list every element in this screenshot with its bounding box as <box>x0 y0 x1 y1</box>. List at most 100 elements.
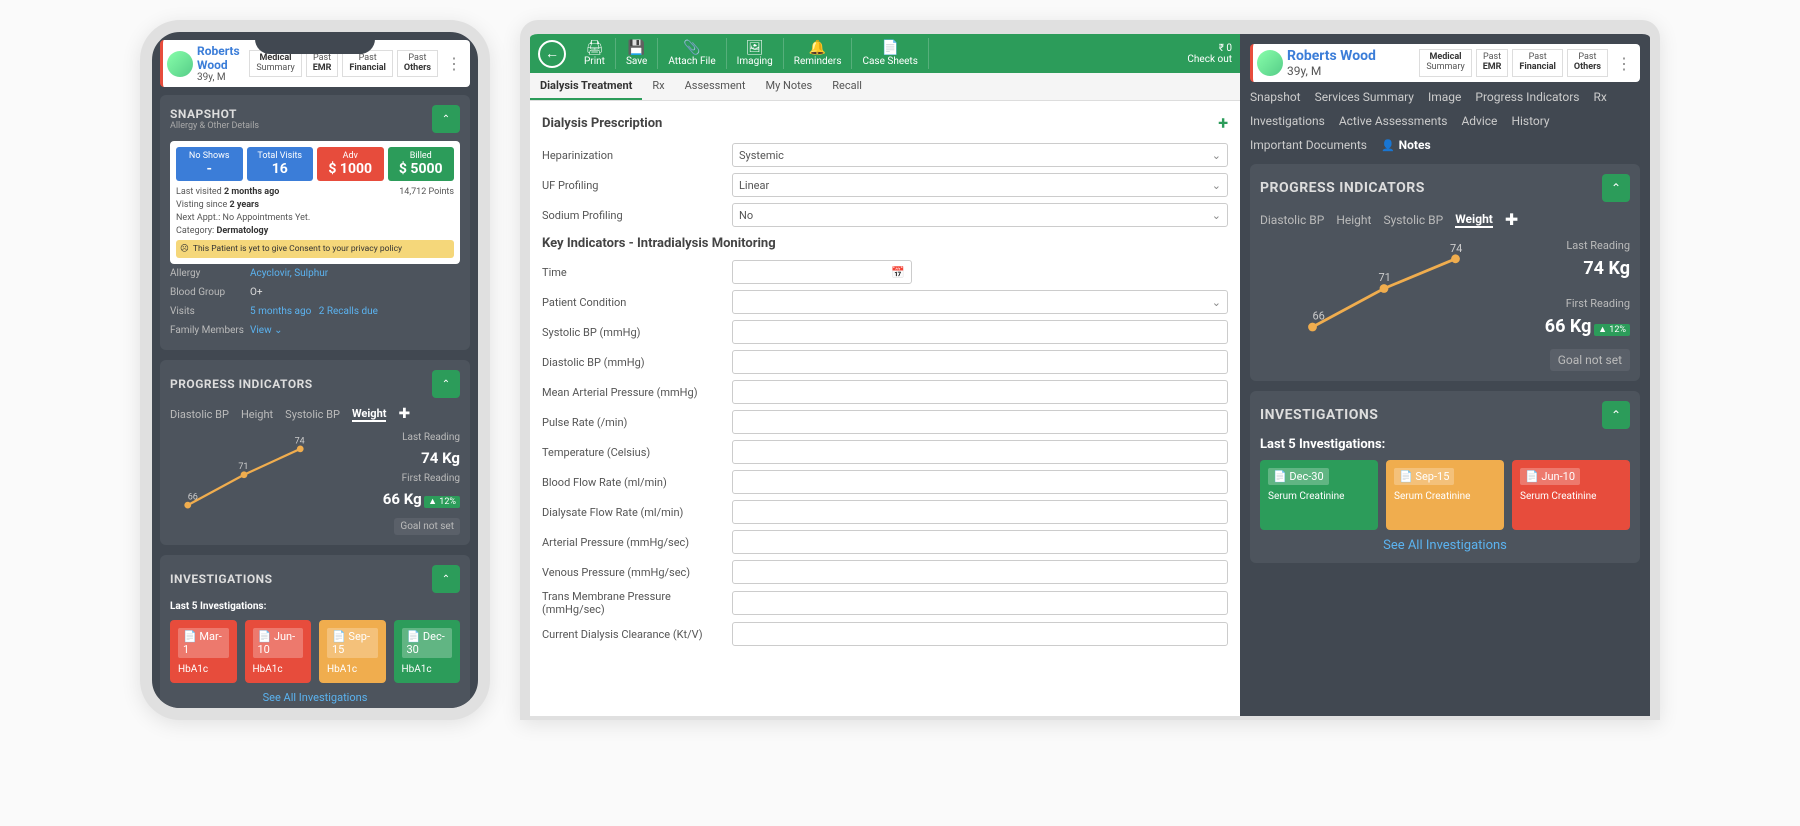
lbl-dbp: Diastolic BP (mmHg) <box>542 356 732 369</box>
investigation-card[interactable]: 📄 Jun-10HbA1c <box>245 620 312 683</box>
nav-rx[interactable]: Rx <box>1593 90 1606 104</box>
imaging-button[interactable]: 🖼Imaging <box>727 38 784 69</box>
lbl-pc: Patient Condition <box>542 296 732 309</box>
nav-notes[interactable]: Notes <box>1381 138 1431 152</box>
pi-tab-height-s[interactable]: Height <box>1336 213 1371 227</box>
hdr-medical-summary-side[interactable]: MedicalSummary <box>1419 49 1471 77</box>
hdr-past-financial-side[interactable]: PastFinancial <box>1512 49 1563 77</box>
pi-tab-dbp[interactable]: Diastolic BP <box>170 408 229 421</box>
input-cdc[interactable] <box>732 622 1228 646</box>
pi-tab-dbp-s[interactable]: Diastolic BP <box>1260 213 1324 227</box>
pi-tab-sbp[interactable]: Systolic BP <box>285 408 340 421</box>
casesheets-button[interactable]: 📄Case Sheets <box>852 38 928 69</box>
pi-tab-weight-s[interactable]: Weight <box>1455 212 1493 228</box>
see-all-inv-phone[interactable]: See All Investigations <box>263 691 368 704</box>
inv-sub: Last 5 Investigations: <box>1260 437 1630 452</box>
investigation-card[interactable]: 📄 Sep-15Serum Creatinine <box>1386 460 1504 530</box>
phone-notch <box>255 30 375 54</box>
collapse-inv-phone[interactable]: ⌃ <box>432 565 460 593</box>
pi-add-icon[interactable]: ✚ <box>398 406 410 422</box>
svg-text:71: 71 <box>238 462 248 472</box>
nav-investigations[interactable]: Investigations <box>1250 114 1325 128</box>
reminders-button[interactable]: 🔔Reminders <box>784 38 853 69</box>
investigation-card[interactable]: 📄 Mar-1HbA1c <box>170 620 237 683</box>
investigation-card[interactable]: 📄 Jun-10Serum Creatinine <box>1512 460 1630 530</box>
pi-tab-sbp-s[interactable]: Systolic BP <box>1383 213 1443 227</box>
first-reading-row: 66 Kg ▲ 12% <box>383 490 460 508</box>
privacy-warning: ☹This Patient is yet to give Consent to … <box>176 240 454 258</box>
attach-button[interactable]: 📎Attach File <box>658 38 726 69</box>
tab-dialysis-treatment[interactable]: Dialysis Treatment <box>530 73 642 100</box>
svg-text:66: 66 <box>188 493 198 503</box>
svg-text:66: 66 <box>1313 309 1325 322</box>
hdr-past-others-side[interactable]: PastOthers <box>1567 49 1608 77</box>
input-pc[interactable]: ⌄ <box>732 290 1228 314</box>
input-vp[interactable] <box>732 560 1228 584</box>
investigations-card-phone: INVESTIGATIONS ⌃ Last 5 Investigations: … <box>160 555 470 708</box>
caret-icon: ⌄ <box>1212 149 1221 162</box>
checkout-panel[interactable]: ₹ 0Check out <box>1187 43 1232 65</box>
input-map[interactable] <box>732 380 1228 404</box>
nav-services[interactable]: Services Summary <box>1315 90 1414 104</box>
investigation-card[interactable]: 📄 Sep-15HbA1c <box>319 620 386 683</box>
sec-dialysis-prescription: Dialysis Prescription <box>542 116 662 131</box>
patient-name[interactable]: Roberts Wood <box>197 44 245 72</box>
collapse-snapshot[interactable]: ⌃ <box>432 105 460 133</box>
input-bfr[interactable] <box>732 470 1228 494</box>
nav-progress[interactable]: Progress Indicators <box>1475 90 1579 104</box>
pi-tab-weight[interactable]: Weight <box>352 407 386 422</box>
imaging-icon: 🖼 <box>746 40 764 56</box>
collapse-inv[interactable]: ⌃ <box>1602 401 1630 429</box>
hdr-past-others[interactable]: PastOthers <box>397 50 438 78</box>
pi-add-icon-s[interactable]: ✚ <box>1505 210 1518 229</box>
tab-recall[interactable]: Recall <box>822 73 872 100</box>
investigation-card[interactable]: 📄 Dec-30Serum Creatinine <box>1260 460 1378 530</box>
collapse-pi-phone[interactable]: ⌃ <box>432 370 460 398</box>
nav-docs[interactable]: Important Documents <box>1250 138 1367 152</box>
phone-device: Roberts Wood 39y, M MedicalSummary PastE… <box>140 20 490 720</box>
input-sbp[interactable] <box>732 320 1228 344</box>
print-button[interactable]: 🖨Print <box>574 38 616 69</box>
side-nav: Snapshot Services Summary Image Progress… <box>1250 90 1640 152</box>
save-button[interactable]: 💾Save <box>616 38 658 69</box>
back-button[interactable]: ← <box>538 40 566 68</box>
avatar <box>1257 50 1283 76</box>
dialysis-form-panel: ← 🖨Print 💾Save 📎Attach File 🖼Imaging 🔔Re… <box>530 34 1240 720</box>
kv-family[interactable]: Family MembersView ⌄ <box>170 321 460 340</box>
more-icon-side[interactable]: ⋮ <box>1612 54 1636 73</box>
nav-image[interactable]: Image <box>1428 90 1461 104</box>
investigation-card[interactable]: 📄 Dec-30HbA1c <box>394 620 461 683</box>
see-all-inv[interactable]: See All Investigations <box>1383 538 1507 553</box>
stat-adv: Adv$ 1000 <box>317 147 384 181</box>
hdr-past-emr-side[interactable]: PastEMR <box>1476 49 1509 77</box>
input-time[interactable]: 📅 <box>732 260 912 284</box>
next-appt-line: Next Appt.: No Appointments Yet. <box>176 213 454 223</box>
inv-sub-phone: Last 5 Investigations: <box>170 601 460 612</box>
save-icon: 💾 <box>628 40 645 56</box>
patient-name-side[interactable]: Roberts Wood <box>1287 48 1415 64</box>
pi-tab-height[interactable]: Height <box>241 408 273 421</box>
input-tmp[interactable] <box>732 591 1228 615</box>
input-dbp[interactable] <box>732 350 1228 374</box>
tab-mynotes[interactable]: My Notes <box>755 73 822 100</box>
more-icon[interactable]: ⋮ <box>442 54 466 73</box>
collapse-pi[interactable]: ⌃ <box>1602 174 1630 202</box>
input-hep[interactable]: Systemic⌄ <box>732 143 1228 167</box>
pi-title-phone: PROGRESS INDICATORS <box>170 377 313 391</box>
tab-assessment[interactable]: Assessment <box>675 73 756 100</box>
nav-snapshot[interactable]: Snapshot <box>1250 90 1301 104</box>
nav-advice[interactable]: Advice <box>1461 114 1497 128</box>
stat-billed: Billed$ 5000 <box>388 147 455 181</box>
add-prescription-icon[interactable]: + <box>1218 113 1228 134</box>
input-dfr[interactable] <box>732 500 1228 524</box>
bell-icon: 🔔 <box>809 40 826 56</box>
nav-history[interactable]: History <box>1511 114 1549 128</box>
input-ap[interactable] <box>732 530 1228 554</box>
tab-rx[interactable]: Rx <box>642 73 674 100</box>
input-pulse[interactable] <box>732 410 1228 434</box>
input-temp[interactable] <box>732 440 1228 464</box>
input-uf[interactable]: Linear⌄ <box>732 173 1228 197</box>
nav-active[interactable]: Active Assessments <box>1339 114 1448 128</box>
lbl-hep: Heparinization <box>542 149 732 162</box>
input-sodium[interactable]: No⌄ <box>732 203 1228 227</box>
